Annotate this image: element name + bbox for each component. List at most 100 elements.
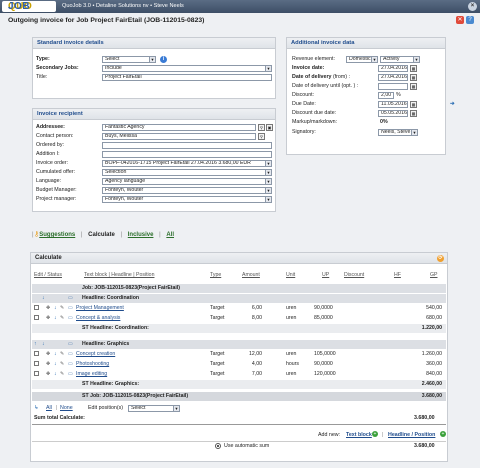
select-none-link[interactable]: None [60, 405, 73, 412]
addition-input[interactable] [102, 151, 272, 158]
calendar-icon[interactable]: ▦ [410, 65, 417, 72]
add-headline-link[interactable]: Headline / Position [388, 432, 435, 439]
signatory-select[interactable]: Neels, Steve ▼ [378, 129, 418, 136]
chevron-down-icon: ▼ [149, 57, 155, 62]
add-icon[interactable]: + [440, 431, 446, 437]
due-date-input[interactable]: 11.05.2016 [378, 101, 408, 108]
addressee-input[interactable]: Fantastic Agency [102, 124, 256, 131]
delivery-until-label: Date of delivery until (opt. ) : [292, 83, 359, 89]
col-amount[interactable]: Amount [242, 272, 260, 278]
cumulated-offer-select[interactable]: Selection ▼ [102, 169, 272, 176]
subtotal-coordination-value: 1.220,00 [421, 325, 442, 331]
move-icon[interactable]: ✥ [46, 314, 50, 323]
position-link[interactable]: Concept creation [76, 350, 115, 359]
col-edit-status[interactable]: Edit / Status [34, 272, 62, 278]
ordered-by-input[interactable] [102, 142, 272, 149]
arrow-down-icon[interactable]: ↓ [54, 314, 57, 323]
position-link[interactable]: Project Management [76, 304, 124, 313]
budget-manager-select[interactable]: Fonteyn, Wouter ▼ [102, 187, 272, 194]
headline-row: ↑ ↓ ▭ Headline: Graphics [32, 340, 446, 349]
activity-select[interactable]: Activity ▼ [380, 56, 420, 63]
arrow-down-icon[interactable]: ↓ [54, 304, 57, 313]
revenue-element-select[interactable]: Domestic ▼ [346, 56, 378, 63]
col-discount[interactable]: Discount [344, 272, 364, 278]
tab-suggestions[interactable]: Suggestions [39, 232, 75, 238]
col-unit[interactable]: Unit [286, 272, 295, 278]
chevron-down-icon: ▼ [265, 170, 271, 175]
job-row: Job: JOB-112015-0823(Project FairEtail) [32, 284, 446, 293]
project-manager-select[interactable]: Fonteyn, Wouter ▼ [102, 196, 272, 203]
calendar-icon[interactable]: ▦ [410, 83, 417, 90]
arrow-right-icon[interactable]: ➔ [450, 101, 454, 108]
contact-person-input[interactable]: Buys, Melissa [102, 133, 256, 140]
edit-icon[interactable]: ✎ [60, 360, 64, 369]
col-text-block[interactable]: Text block | Headline | Position [84, 272, 154, 278]
edit-icon[interactable]: ✎ [60, 370, 64, 379]
search-icon[interactable]: ⚲ [258, 124, 265, 131]
row-checkbox[interactable] [34, 350, 39, 359]
close-icon[interactable]: × [468, 2, 477, 11]
delivery-until-input[interactable] [378, 83, 408, 90]
tab-calculate[interactable]: Calculate [88, 232, 115, 238]
row-checkbox[interactable] [34, 304, 39, 313]
calendar-icon[interactable]: ▦ [410, 110, 417, 117]
auto-sum-radio[interactable] [215, 443, 221, 449]
address-book-icon[interactable]: ▣ [266, 124, 273, 131]
title-label: Title: [36, 74, 48, 80]
title-input[interactable]: Project FairEtail [102, 74, 272, 81]
arrow-up-icon[interactable]: ↑ [34, 340, 37, 349]
discount-input[interactable]: 2,00 [378, 92, 394, 99]
info-icon[interactable]: i [160, 56, 167, 63]
position-unit: uren [286, 305, 297, 311]
move-icon[interactable]: ✥ [46, 370, 50, 379]
delivery-date-input[interactable]: 27.04.2016 [378, 74, 408, 81]
col-gp[interactable]: GP [430, 272, 438, 278]
separator: | [382, 432, 384, 438]
select-all-link[interactable]: All [46, 405, 52, 412]
position-amount: 4,00 [251, 361, 262, 367]
arrow-down-icon[interactable]: ↓ [42, 340, 45, 349]
tab-all[interactable]: All [166, 232, 174, 238]
table-row: ✥ ↓ ✎ ▭ Photoshooting Target 4,00 hours 90,0000 3… [32, 360, 446, 369]
col-hf[interactable]: HF [394, 272, 401, 278]
delete-icon[interactable]: ✕ [456, 16, 464, 24]
arrow-down-icon[interactable]: ↓ [54, 350, 57, 359]
col-up[interactable]: UP [322, 272, 329, 278]
position-link[interactable]: Concept & analysis [76, 314, 120, 323]
secondary-jobs-select[interactable]: Include ▼ [102, 65, 272, 72]
search-icon[interactable]: ⚲ [258, 133, 265, 140]
edit-positions-select[interactable]: Select ▼ [128, 405, 180, 412]
move-icon[interactable]: ✥ [46, 360, 50, 369]
row-checkbox[interactable] [34, 314, 39, 323]
discount-due-input[interactable]: 05.05.2016 [378, 110, 408, 117]
edit-icon[interactable]: ✎ [60, 314, 64, 323]
refresh-icon[interactable]: ⟳ [437, 255, 444, 262]
row-checkbox[interactable] [34, 360, 39, 369]
arrow-down-icon[interactable]: ↓ [54, 370, 57, 379]
col-type[interactable]: Type [210, 272, 221, 278]
add-icon[interactable]: + [372, 431, 378, 437]
calc-tabs: | Suggestions | Calculate | Inclusive | … [32, 232, 175, 238]
invoice-date-input[interactable]: 27.04.2016 [378, 65, 408, 72]
separator: | [56, 405, 58, 411]
calendar-icon[interactable]: ▦ [410, 101, 417, 108]
help-icon[interactable]: ? [466, 16, 474, 24]
subtotal-row: ST Headline: Graphics: 2.460,00 [32, 380, 446, 389]
type-select[interactable]: Select ▼ [102, 56, 156, 63]
table-row: ✥ ↓ ✎ ▭ Project Management Target 6,00 uren 90,0… [32, 304, 446, 313]
add-text-block-link[interactable]: Text block [346, 432, 372, 439]
tab-inclusive[interactable]: Inclusive [128, 232, 154, 238]
move-icon[interactable]: ✥ [46, 350, 50, 359]
position-link[interactable]: Image editing [76, 370, 107, 379]
position-link[interactable]: Photoshooting [76, 360, 109, 369]
document-icon: ▭ [68, 295, 73, 301]
arrow-down-icon[interactable]: ↓ [42, 294, 45, 303]
edit-icon[interactable]: ✎ [60, 304, 64, 313]
language-select[interactable]: Agency language ▼ [102, 178, 272, 185]
edit-icon[interactable]: ✎ [60, 350, 64, 359]
move-icon[interactable]: ✥ [46, 304, 50, 313]
calendar-icon[interactable]: ▦ [410, 74, 417, 81]
row-checkbox[interactable] [34, 370, 39, 379]
invoice-order-select[interactable]: BOPF-042016-1715 Project FairEtail 27.04… [102, 160, 272, 167]
arrow-down-icon[interactable]: ↓ [54, 360, 57, 369]
